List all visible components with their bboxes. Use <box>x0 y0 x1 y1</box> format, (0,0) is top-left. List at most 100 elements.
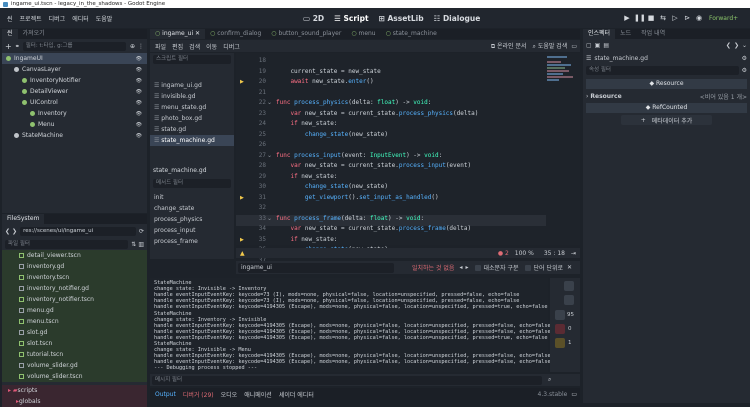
more-menu-icon[interactable]: ⋮ <box>138 43 144 50</box>
search-help-button[interactable]: ⌕ 도움말 검색 <box>533 41 568 51</box>
add-metadata-button[interactable]: + 메타데이터 추가 <box>621 115 712 125</box>
fold-arrow-icon[interactable]: ⌄ <box>267 152 272 159</box>
info-filter-icon[interactable] <box>555 310 565 320</box>
tab-scene[interactable]: 씬 <box>2 29 18 39</box>
scene-tree-node[interactable]: IngameUI 👁 <box>2 53 147 64</box>
find-input[interactable]: ingame_ui <box>238 262 394 273</box>
zoom-level[interactable]: 100 % <box>515 250 534 257</box>
message-filter-input[interactable]: 메시지 필터 <box>152 375 542 385</box>
menu-debug[interactable]: 디버그 <box>49 14 66 23</box>
file-item[interactable]: menu.tscn <box>2 316 147 327</box>
visibility-icon[interactable]: 👁 <box>136 78 142 84</box>
method-filter-input[interactable]: 메서드 필터 <box>153 179 231 188</box>
inspector-filter-input[interactable]: 속성 필터 <box>586 66 739 75</box>
script-list-item[interactable]: ☰ state.gd <box>150 124 234 135</box>
folder-item[interactable]: ▸ ▰ scripts <box>2 385 147 396</box>
file-item[interactable]: inventory_notifier.gd <box>2 283 147 294</box>
script-menu-edit[interactable]: 편집 <box>172 42 183 51</box>
close-find-icon[interactable]: ✕ <box>567 264 572 271</box>
menu-scene[interactable]: 씬 <box>7 14 13 23</box>
tab-filesystem[interactable]: FileSystem <box>2 214 45 224</box>
tab-shader-editor[interactable]: 셰이더 에디터 <box>279 390 314 399</box>
resource-group-row[interactable]: › Resource <비어 있음 1 개> <box>583 91 750 101</box>
minimap[interactable] <box>545 53 580 113</box>
tab-node[interactable]: 노드 <box>615 29 636 39</box>
add-node-icon[interactable]: + <box>5 42 12 51</box>
script-list-item[interactable]: ☰ state_machine.gd <box>150 135 234 146</box>
scene-tree-node[interactable]: UIControl 👁 <box>2 97 147 108</box>
file-item[interactable]: menu.gd <box>2 305 147 316</box>
scene-tree-node[interactable]: DetailViewer 👁 <box>2 86 147 97</box>
scene-tree-node[interactable]: InventoryNotifier 👁 <box>2 75 147 86</box>
tab-import[interactable]: 가져오기 <box>18 29 50 39</box>
editor-tab[interactable]: ○ state_machine <box>381 29 442 39</box>
history-forward-icon[interactable]: ❯ <box>734 42 739 49</box>
filesystem-filter-input[interactable]: 파일 필터 <box>5 239 129 249</box>
warning-filter-icon[interactable] <box>555 338 565 348</box>
visibility-icon[interactable]: 👁 <box>136 67 142 73</box>
workspace-assetlib[interactable]: ⊞ AssetLib <box>379 14 424 23</box>
sort-icon[interactable]: ⇅ <box>131 241 136 248</box>
menu-project[interactable]: 프로젝트 <box>20 14 42 23</box>
menu-editor[interactable]: 에디터 <box>72 14 89 23</box>
file-item[interactable]: inventory.tscn <box>2 272 147 283</box>
whole-words-checkbox[interactable] <box>524 264 531 271</box>
copy-log-icon[interactable] <box>564 281 574 291</box>
open-resource-icon[interactable]: ▣ <box>595 42 601 49</box>
tab-animation[interactable]: 애니메이션 <box>244 390 272 399</box>
online-docs-button[interactable]: ⧉ 온라인 문서 <box>491 41 527 51</box>
filesystem-path-input[interactable]: res://scenes/ui/ingame_ui <box>20 226 136 236</box>
stop-icon[interactable]: ■ <box>646 13 656 23</box>
scene-filter-input[interactable]: 필터: t:타입, g:그룹 <box>22 41 126 51</box>
indent-icon[interactable]: ⇥ <box>571 250 576 257</box>
script-list-item[interactable]: ☰ ingame_ui.gd <box>150 80 234 91</box>
pause-icon[interactable]: ❚❚ <box>634 13 646 23</box>
link-icon[interactable]: ⚭ <box>15 43 20 50</box>
forward-icon[interactable]: ❯ <box>12 228 17 235</box>
workspace-2d[interactable]: ▭ 2D <box>303 14 324 23</box>
tab-history[interactable]: 작업 내역 <box>636 29 670 39</box>
filter-options-icon[interactable]: ⌕ <box>548 376 551 384</box>
movie-icon[interactable]: ◉ <box>694 13 704 23</box>
warning-icon[interactable]: ▲ <box>240 250 245 257</box>
script-menu-goto[interactable]: 이동 <box>206 42 217 51</box>
method-list-item[interactable]: process_physics <box>154 214 232 225</box>
clear-log-icon[interactable] <box>564 295 574 305</box>
scene-tree-node[interactable]: StateMachine 👁 <box>2 130 147 141</box>
error-count-icon[interactable]: ● 2 <box>498 250 509 257</box>
script-menu-search[interactable]: 검색 <box>189 42 200 51</box>
file-item[interactable]: volume_slider.gd <box>2 360 147 371</box>
file-item[interactable]: inventory_notifier.tscn <box>2 294 147 305</box>
script-list-item[interactable]: ☰ menu_state.gd <box>150 102 234 113</box>
resource-section-header[interactable]: ◆ Resource <box>586 79 747 89</box>
add-script-icon[interactable]: ⊕ <box>130 43 135 50</box>
tab-debugger[interactable]: 디버거 (29) <box>183 390 214 399</box>
visibility-icon[interactable]: 👁 <box>136 122 142 128</box>
visibility-icon[interactable]: 👁 <box>136 133 142 139</box>
file-item[interactable]: tutorial.tscn <box>2 349 147 360</box>
method-list-item[interactable]: process_frame <box>154 236 232 247</box>
workspace-dialogue[interactable]: ☷ Dialogue <box>434 14 481 23</box>
fold-arrow-icon[interactable]: ⌄ <box>267 215 272 222</box>
visibility-icon[interactable]: 👁 <box>136 89 142 95</box>
toggle-panel-icon[interactable]: ▭ <box>571 43 577 50</box>
tab-output[interactable]: Output <box>155 391 176 398</box>
file-item[interactable]: volume_slider.tscn <box>2 371 147 382</box>
play-scene-icon[interactable]: ▷ <box>670 13 680 23</box>
inspector-filter-menu-icon[interactable]: ⚙ <box>742 67 747 74</box>
script-list-item[interactable]: ☰ photo_box.gd <box>150 113 234 124</box>
object-history-icon[interactable]: ⌄ <box>742 42 747 49</box>
visibility-icon[interactable]: 👁 <box>136 100 142 106</box>
tab-inspector[interactable]: 인스펙터 <box>583 29 616 39</box>
find-next-icon[interactable]: ▸ <box>465 264 468 271</box>
refcounted-section-header[interactable]: ◆ RefCounted <box>586 103 747 113</box>
tab-audio[interactable]: 오디오 <box>221 390 238 399</box>
workspace-script[interactable]: ☰ Script <box>334 14 368 23</box>
history-back-icon[interactable]: ❮ <box>726 42 731 49</box>
script-menu-debug[interactable]: 디버그 <box>223 42 240 51</box>
file-item[interactable]: slot.gd <box>2 327 147 338</box>
fold-arrow-icon[interactable]: ⌄ <box>267 99 272 106</box>
script-menu-file[interactable]: 파일 <box>155 42 166 51</box>
scene-tree-node[interactable]: Inventory 👁 <box>2 108 147 119</box>
method-list-item[interactable]: change_state <box>154 203 232 214</box>
